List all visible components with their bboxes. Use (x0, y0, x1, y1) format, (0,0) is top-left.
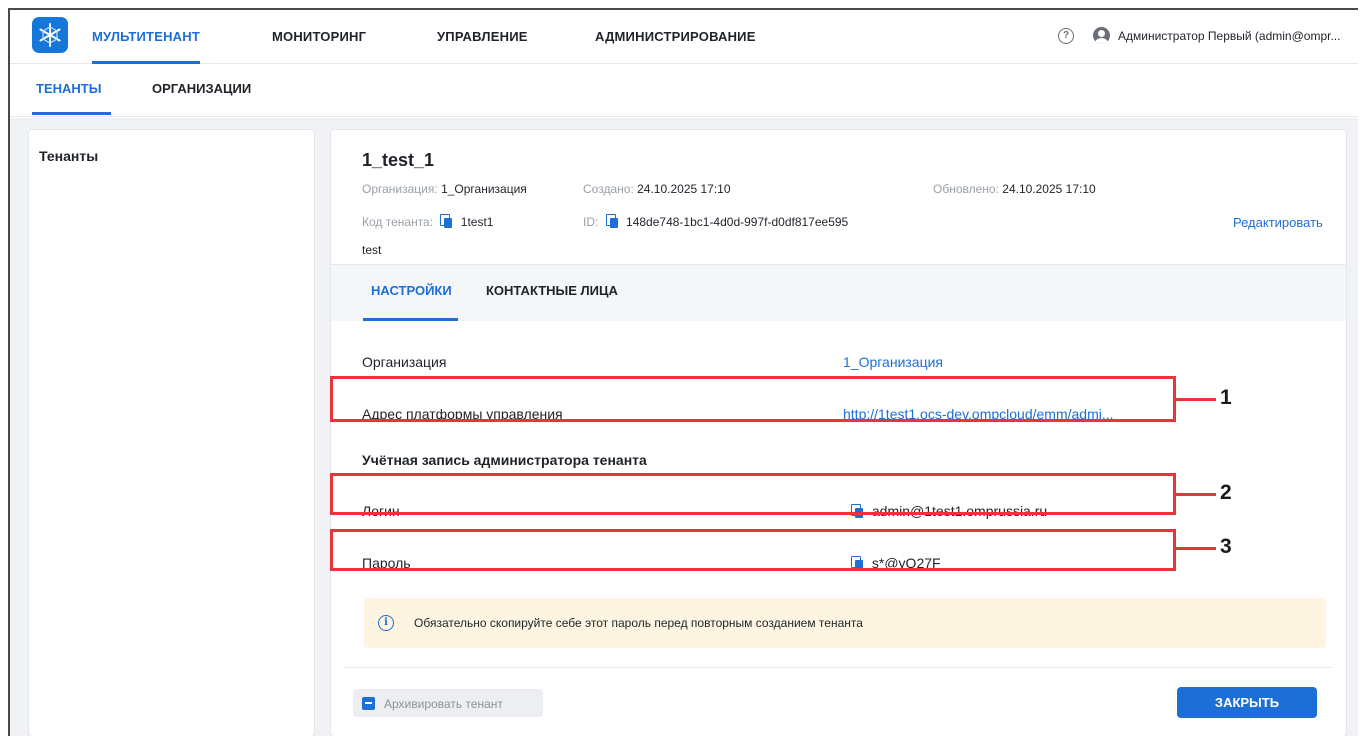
tenant-name: 1_test_1 (362, 150, 435, 170)
meta-value: 1_Организация (441, 182, 527, 196)
tab-multitenant[interactable]: МУЛЬТИТЕНАНТ (92, 10, 200, 64)
archive-icon (362, 697, 375, 710)
tab-management[interactable]: УПРАВЛЕНИЕ (437, 10, 528, 64)
tenant-tabs: НАСТРОЙКИ КОНТАКТНЫЕ ЛИЦА (331, 265, 1346, 321)
notice-text: Обязательно скопируйте себе этот пароль … (414, 616, 863, 630)
annotation-number-2: 2 (1220, 481, 1232, 504)
tenant-details-panel: 1_test_1 Организация: 1_Организация Созд… (330, 129, 1347, 736)
user-name[interactable]: Администратор Первый (admin@ompr... (1118, 29, 1354, 43)
tenant-updated-meta: Обновлено: 24.10.2025 17:10 (933, 182, 1096, 196)
annotation-number-3: 3 (1220, 535, 1232, 558)
footer-divider (345, 667, 1332, 668)
tenant-header: 1_test_1 Организация: 1_Организация Созд… (331, 130, 1346, 265)
tab-administration[interactable]: АДМИНИСТРИРОВАНИЕ (595, 10, 756, 64)
annotation-number-1: 1 (1220, 386, 1232, 409)
tab-contacts[interactable]: КОНТАКТНЫЕ ЛИЦА (486, 265, 618, 321)
tenant-organization-meta: Организация: 1_Организация (362, 182, 527, 196)
app-logo-icon[interactable] (32, 17, 68, 53)
top-navigation: МУЛЬТИТЕНАНТ МОНИТОРИНГ УПРАВЛЕНИЕ АДМИН… (10, 10, 1358, 64)
tenant-description: test (362, 243, 382, 257)
annotation-box-2 (330, 473, 1176, 515)
archive-tenant-button[interactable]: Архивировать тенант (353, 689, 543, 717)
tab-settings[interactable]: НАСТРОЙКИ (363, 265, 458, 321)
annotation-line-1 (1176, 398, 1216, 401)
info-icon: i (378, 615, 394, 631)
user-avatar-icon[interactable] (1093, 27, 1110, 44)
help-icon[interactable]: ? (1058, 28, 1074, 44)
tenant-created-meta: Создано: 24.10.2025 17:10 (583, 182, 731, 196)
tenants-list-panel: Тенанты (28, 129, 315, 736)
annotation-line-3 (1176, 547, 1216, 550)
meta-label: Организация: (362, 182, 438, 196)
tab-tenants[interactable]: ТЕНАНТЫ (31, 65, 112, 115)
archive-button-label: Архивировать тенант (384, 697, 503, 711)
organization-label: Организация (362, 354, 447, 370)
close-button[interactable]: ЗАКРЫТЬ (1177, 687, 1317, 718)
meta-label: Обновлено: (933, 182, 999, 196)
meta-label: ID: (583, 215, 599, 229)
admin-account-section-title: Учётная запись администратора тенанта (362, 452, 647, 468)
annotation-line-2 (1176, 493, 1216, 496)
meta-value: 24.10.2025 17:10 (637, 182, 731, 196)
sub-navigation: ТЕНАНТЫ ОРГАНИЗАЦИИ (10, 65, 1358, 117)
copy-icon[interactable] (440, 214, 453, 228)
edit-link[interactable]: Редактировать (1233, 215, 1323, 230)
password-notice: i Обязательно скопируйте себе этот парол… (364, 598, 1326, 648)
meta-value: 148de748-1bc1-4d0d-997f-d0df817ee595 (626, 215, 849, 229)
tab-monitoring[interactable]: МОНИТОРИНГ (272, 10, 366, 64)
meta-value: 24.10.2025 17:10 (1002, 182, 1096, 196)
snowflake-icon (39, 23, 61, 47)
app-window: МУЛЬТИТЕНАНТ МОНИТОРИНГ УПРАВЛЕНИЕ АДМИН… (8, 8, 1358, 736)
tenant-code-meta: Код тенанта: 1test1 (362, 214, 493, 229)
annotation-box-3 (330, 529, 1176, 571)
copy-icon[interactable] (605, 214, 619, 228)
tenants-list-title: Тенанты (39, 148, 99, 164)
meta-label: Код тенанта: (362, 215, 434, 229)
meta-label: Создано: (583, 182, 634, 196)
annotation-box-1 (330, 376, 1176, 422)
tenant-id-meta: ID: 148de748-1bc1-4d0d-997f-d0df817ee595 (583, 214, 848, 229)
organization-link[interactable]: 1_Организация (843, 354, 943, 370)
meta-value: 1test1 (460, 215, 494, 229)
tab-organizations[interactable]: ОРГАНИЗАЦИИ (152, 65, 251, 115)
